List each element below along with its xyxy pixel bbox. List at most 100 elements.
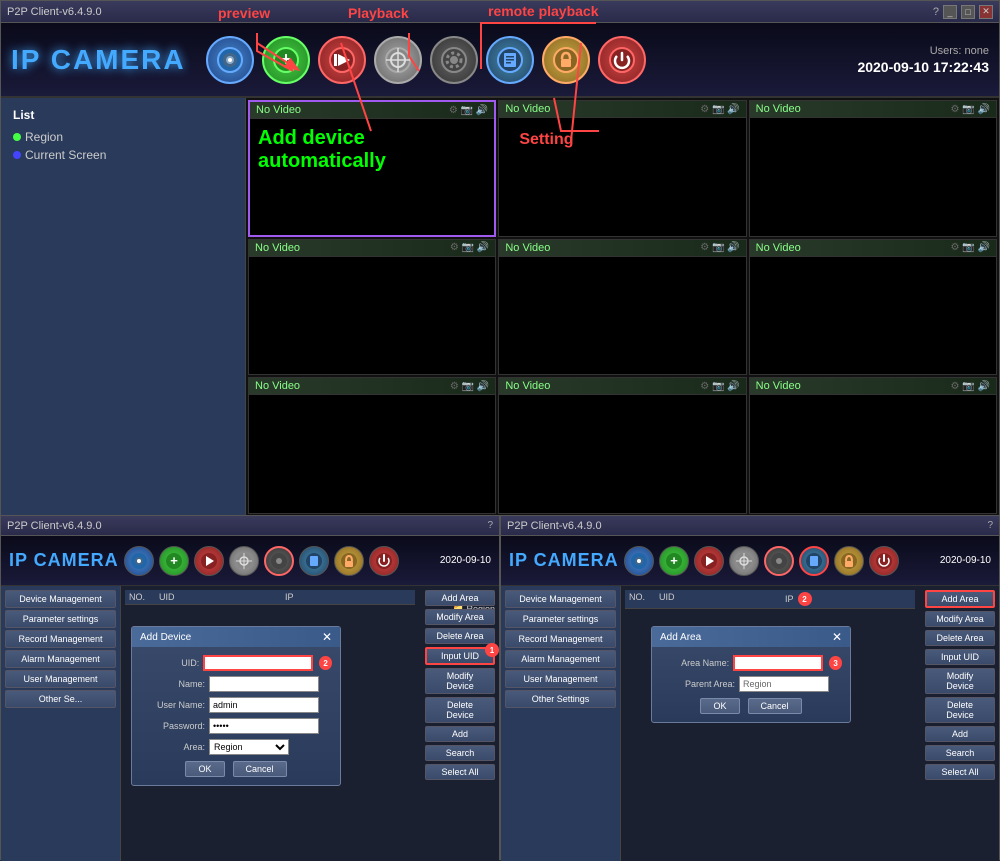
password-row: Password: xyxy=(140,718,332,734)
badge-2-right: 2 xyxy=(798,592,812,606)
sub-add-btn-left[interactable]: + xyxy=(159,546,189,576)
other-settings-btn[interactable]: Other Se... xyxy=(5,690,116,708)
minimize-btn[interactable]: _ xyxy=(943,5,957,19)
sub-power-btn-left[interactable] xyxy=(369,546,399,576)
sub-title-bar-right: P2P Client-v6.4.9.0 ? xyxy=(501,516,999,536)
modify-device-btn[interactable]: Modify Device xyxy=(425,668,495,694)
sub-lock-btn-right[interactable] xyxy=(834,546,864,576)
add-btn-right[interactable]: Add xyxy=(925,726,995,742)
sub-logo-left: IP CAMERA xyxy=(9,550,119,571)
alarm-management-btn[interactable]: Alarm Management xyxy=(5,650,116,668)
video-cell-4[interactable]: No Video ⚙ 📷 🔊 xyxy=(498,239,746,376)
username-input[interactable] xyxy=(209,697,319,713)
search-btn-left[interactable]: Search xyxy=(425,745,495,761)
sub-preview-btn-left[interactable] xyxy=(124,546,154,576)
sub-header-left: IP CAMERA + 2020-09-10 xyxy=(1,536,499,586)
password-input[interactable] xyxy=(209,718,319,734)
parent-area-input[interactable] xyxy=(739,676,829,692)
parameter-settings-btn-r[interactable]: Parameter settings xyxy=(505,610,616,628)
delete-device-btn[interactable]: Delete Device xyxy=(425,697,495,723)
area-name-input[interactable] xyxy=(733,655,823,671)
area-row: Area: Region xyxy=(140,739,332,755)
sub-remote-btn-right[interactable] xyxy=(729,546,759,576)
sub-remote-btn-left[interactable] xyxy=(229,546,259,576)
user-management-btn-r[interactable]: User Management xyxy=(505,670,616,688)
no-video-bar-1: No Video ⚙ 📷 🔊 xyxy=(499,101,745,118)
ok-btn-dialog-left[interactable]: OK xyxy=(185,761,224,777)
file-button[interactable] xyxy=(486,36,534,84)
add-device-dialog-buttons: OK Cancel xyxy=(140,761,332,777)
add-area-btn-r[interactable]: Add Area xyxy=(925,590,995,608)
video-cell-6[interactable]: No Video ⚙ 📷 🔊 xyxy=(248,377,496,514)
alarm-management-btn-r[interactable]: Alarm Management xyxy=(505,650,616,668)
video-cell-1[interactable]: No Video ⚙ 📷 🔊 Setting xyxy=(498,100,746,237)
sub-preview-btn-right[interactable] xyxy=(624,546,654,576)
name-input[interactable] xyxy=(209,676,319,692)
video-cell-8[interactable]: No Video ⚙ 📷 🔊 xyxy=(749,377,997,514)
sub-window-right: P2P Client-v6.4.9.0 ? IP CAMERA + xyxy=(500,515,1000,860)
ok-btn-area[interactable]: OK xyxy=(700,698,739,714)
sub-setting-btn-right[interactable] xyxy=(764,546,794,576)
preview-button[interactable] xyxy=(206,36,254,84)
sub-playback-btn-left[interactable] xyxy=(194,546,224,576)
user-management-btn[interactable]: User Management xyxy=(5,670,116,688)
delete-device-btn-r[interactable]: Delete Device xyxy=(925,697,995,723)
badge-2: 2 xyxy=(319,656,332,670)
sub-playback-btn-right[interactable] xyxy=(694,546,724,576)
record-management-btn-r[interactable]: Record Management xyxy=(505,630,616,648)
parameter-settings-btn[interactable]: Parameter settings xyxy=(5,610,116,628)
close-btn[interactable]: ✕ xyxy=(979,5,993,19)
playback-button[interactable] xyxy=(318,36,366,84)
setting-button[interactable] xyxy=(430,36,478,84)
select-all-btn-right[interactable]: Select All xyxy=(925,764,995,780)
video-cell-7[interactable]: No Video ⚙ 📷 🔊 xyxy=(498,377,746,514)
sidebar-item-region[interactable]: Region xyxy=(9,128,237,146)
other-settings-btn-r[interactable]: Other Settings xyxy=(505,690,616,708)
search-btn-right[interactable]: Search xyxy=(925,745,995,761)
sub-file-btn-left[interactable] xyxy=(299,546,329,576)
area-select[interactable]: Region xyxy=(209,739,289,755)
uid-input[interactable] xyxy=(203,655,313,671)
sub-file-btn-right[interactable] xyxy=(799,546,829,576)
help-btn[interactable]: ? xyxy=(933,6,939,18)
delete-area-btn-r[interactable]: Delete Area xyxy=(925,630,995,646)
remote-playback-button[interactable] xyxy=(374,36,422,84)
input-uid-btn-r[interactable]: Input UID xyxy=(925,649,995,665)
device-management-btn-r[interactable]: Device Management xyxy=(505,590,616,608)
modify-device-btn-r[interactable]: Modify Device xyxy=(925,668,995,694)
sidebar-item-list[interactable]: List xyxy=(9,106,237,124)
video-cell-3[interactable]: No Video ⚙ 📷 🔊 xyxy=(248,239,496,376)
sidebar-item-current-screen[interactable]: Current Screen xyxy=(9,146,237,164)
maximize-btn[interactable]: □ xyxy=(961,5,975,19)
power-button[interactable] xyxy=(598,36,646,84)
input-uid-btn[interactable]: Input UID 1 xyxy=(425,647,495,665)
modify-area-btn-r[interactable]: Modify Area xyxy=(925,611,995,627)
lock-button[interactable] xyxy=(542,36,590,84)
video-cell-0[interactable]: No Video ⚙ 📷 🔊 Add device automatically xyxy=(248,100,496,237)
add-button[interactable]: + xyxy=(262,36,310,84)
select-all-btn-left[interactable]: Select All xyxy=(425,764,495,780)
add-btn-left[interactable]: Add xyxy=(425,726,495,742)
delete-area-btn[interactable]: Delete Area xyxy=(425,628,495,644)
video-cell-5[interactable]: No Video ⚙ 📷 🔊 xyxy=(749,239,997,376)
cancel-btn-dialog-left[interactable]: Cancel xyxy=(233,761,287,777)
modify-area-btn[interactable]: Modify Area xyxy=(425,609,495,625)
sub-setting-btn-left[interactable] xyxy=(264,546,294,576)
add-area-close-btn[interactable]: ✕ xyxy=(832,630,842,644)
record-management-btn[interactable]: Record Management xyxy=(5,630,116,648)
list-label: List xyxy=(13,108,34,122)
name-label: Name: xyxy=(140,679,205,689)
add-area-btn[interactable]: Add Area xyxy=(425,590,495,606)
sub-help-right[interactable]: ? xyxy=(987,520,993,531)
sub-add-btn-right[interactable]: + xyxy=(659,546,689,576)
sub-title-left: P2P Client-v6.4.9.0 xyxy=(7,520,102,532)
dialog-close-btn[interactable]: ✕ xyxy=(322,630,332,644)
sub-power-btn-right[interactable] xyxy=(869,546,899,576)
device-management-btn[interactable]: Device Management xyxy=(5,590,116,608)
no-video-bar-7: No Video ⚙ 📷 🔊 xyxy=(499,378,745,395)
video-cell-2[interactable]: No Video ⚙ 📷 🔊 xyxy=(749,100,997,237)
cancel-btn-area[interactable]: Cancel xyxy=(748,698,802,714)
main-window: P2P Client-v6.4.9.0 ? _ □ ✕ IP CAMERA xyxy=(0,0,1000,515)
sub-lock-btn-left[interactable] xyxy=(334,546,364,576)
sub-help-left[interactable]: ? xyxy=(487,520,493,531)
